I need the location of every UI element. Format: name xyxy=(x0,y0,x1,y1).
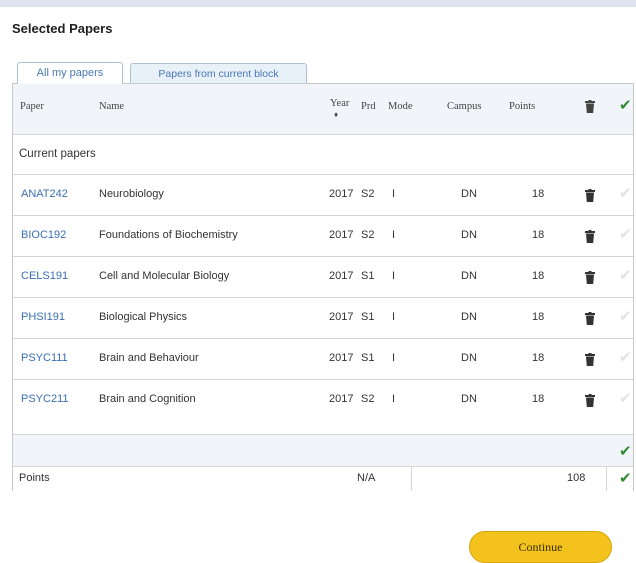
table-row: CELS191 Cell and Molecular Biology 2017 S1 I… xyxy=(13,256,633,297)
paper-mode: I xyxy=(392,311,396,323)
table-row: PSYC211 Brain and Cognition 2017 S2 I DN 18 ✔ xyxy=(13,379,633,420)
points-total-label: Points xyxy=(19,472,50,484)
paper-year: 2017 xyxy=(329,352,354,364)
header-mode[interactable]: Mode xyxy=(388,101,413,112)
paper-campus: DN xyxy=(461,270,477,282)
paper-code-link[interactable]: PHSI191 xyxy=(21,311,65,323)
paper-period: S1 xyxy=(361,270,375,282)
paper-campus: DN xyxy=(461,352,477,364)
trash-icon[interactable] xyxy=(585,271,595,284)
paper-code-link[interactable]: ANAT242 xyxy=(21,188,68,200)
paper-name: Neurobiology xyxy=(99,188,164,200)
paper-year: 2017 xyxy=(329,229,354,241)
paper-code-link[interactable]: PSYC111 xyxy=(21,352,68,364)
sort-icon: ♦ xyxy=(334,110,339,119)
check-icon[interactable]: ✔ xyxy=(619,268,632,283)
paper-points: 18 xyxy=(532,352,545,364)
paper-year: 2017 xyxy=(329,188,354,200)
paper-mode: I xyxy=(392,188,396,200)
paper-mode: I xyxy=(392,393,396,405)
points-year-value: N/A xyxy=(357,472,376,484)
paper-campus: DN xyxy=(461,393,477,405)
header-points[interactable]: Points xyxy=(509,101,535,112)
paper-period: S1 xyxy=(361,352,375,364)
check-icon[interactable]: ✔ xyxy=(619,309,632,324)
paper-mode: I xyxy=(392,270,396,282)
paper-name: Biological Physics xyxy=(99,311,188,323)
check-icon: ✔ xyxy=(619,443,632,460)
trash-icon[interactable] xyxy=(585,312,595,325)
header-prd[interactable]: Prd xyxy=(361,101,376,112)
paper-points: 18 xyxy=(532,311,545,323)
table-header: Paper Name Year ♦ Prd Mode Campus Points… xyxy=(13,84,633,135)
paper-code-link[interactable]: BIOC192 xyxy=(21,229,66,241)
paper-code-link[interactable]: PSYC211 xyxy=(21,393,69,405)
paper-campus: DN xyxy=(461,229,477,241)
points-total-row: Points N/A 108 ✔ xyxy=(13,466,633,491)
paper-points: 18 xyxy=(532,270,545,282)
check-icon[interactable]: ✔ xyxy=(619,391,632,406)
table-row: PSYC111 Brain and Behaviour 2017 S1 I DN 18 ✔ xyxy=(13,338,633,379)
paper-campus: DN xyxy=(461,311,477,323)
divider xyxy=(411,467,412,491)
points-total-value: 108 xyxy=(567,472,586,484)
table-row: PHSI191 Biological Physics 2017 S1 I DN 18 ✔ xyxy=(13,297,633,338)
table-row: ANAT242 Neurobiology 2017 S2 I DN 18 ✔ xyxy=(13,174,633,215)
paper-name: Brain and Behaviour xyxy=(99,352,199,364)
header-campus[interactable]: Campus xyxy=(447,101,481,112)
trash-all-icon[interactable] xyxy=(585,100,595,113)
papers-table: Paper Name Year ♦ Prd Mode Campus Points… xyxy=(12,83,634,491)
paper-campus: DN xyxy=(461,188,477,200)
paper-name: Brain and Cognition xyxy=(99,393,196,405)
paper-name: Foundations of Biochemistry xyxy=(99,229,238,241)
divider xyxy=(606,467,607,491)
table-row: BIOC192 Foundations of Biochemistry 2017 S2… xyxy=(13,215,633,256)
check-icon: ✔ xyxy=(619,470,632,487)
check-icon[interactable]: ✔ xyxy=(619,350,632,365)
page-title: Selected Papers xyxy=(12,21,113,36)
trash-icon[interactable] xyxy=(585,230,595,243)
paper-points: 18 xyxy=(532,229,545,241)
continue-button[interactable]: Continue xyxy=(469,531,612,563)
check-icon[interactable]: ✔ xyxy=(619,227,632,242)
selection-summary-row: ✔ xyxy=(13,434,633,467)
header-year[interactable]: Year ♦ xyxy=(330,98,349,120)
top-strip xyxy=(0,0,636,7)
trash-icon[interactable] xyxy=(585,394,595,407)
paper-year: 2017 xyxy=(329,393,354,405)
paper-points: 18 xyxy=(532,393,545,405)
header-year-label: Year xyxy=(330,98,350,109)
paper-mode: I xyxy=(392,229,396,241)
header-paper[interactable]: Paper xyxy=(20,101,44,112)
paper-period: S2 xyxy=(361,393,375,405)
paper-year: 2017 xyxy=(329,311,354,323)
paper-period: S1 xyxy=(361,311,375,323)
trash-icon[interactable] xyxy=(585,353,595,366)
paper-mode: I xyxy=(392,352,396,364)
paper-name: Cell and Molecular Biology xyxy=(99,270,230,282)
trash-icon[interactable] xyxy=(585,189,595,202)
section-current-papers: Current papers xyxy=(19,148,96,160)
check-all-icon[interactable]: ✔ xyxy=(619,98,632,113)
header-name[interactable]: Name xyxy=(99,101,124,112)
check-icon[interactable]: ✔ xyxy=(619,186,632,201)
tab-papers-current-block[interactable]: Papers from current block xyxy=(130,63,307,83)
paper-year: 2017 xyxy=(329,270,354,282)
paper-period: S2 xyxy=(361,188,375,200)
paper-period: S2 xyxy=(361,229,375,241)
paper-code-link[interactable]: CELS191 xyxy=(21,270,68,282)
tab-all-my-papers[interactable]: All my papers xyxy=(17,62,123,84)
paper-points: 18 xyxy=(532,188,545,200)
